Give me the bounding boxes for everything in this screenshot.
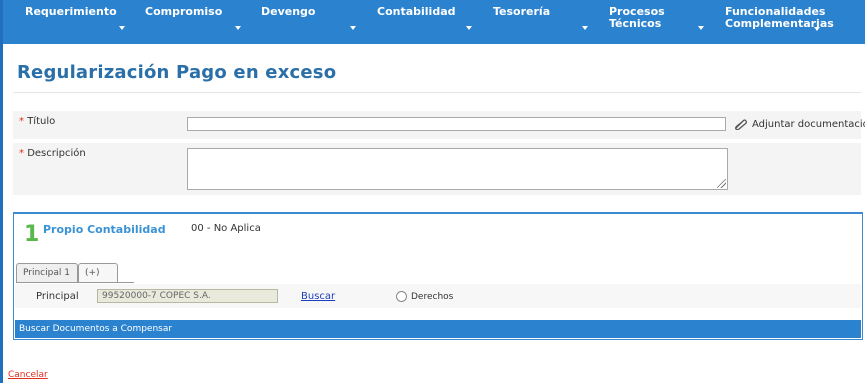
step-title: Propio Contabilidad [43,223,166,236]
nav-item-compromiso[interactable]: Compromiso [145,6,222,18]
principal-label: Principal [36,291,79,302]
nav-label: Devengo [261,5,316,18]
tab-principal-1[interactable]: Principal 1 [16,263,78,283]
resize-handle-icon[interactable] [717,179,726,188]
titulo-label-text: Título [27,116,56,127]
top-navigation: Requerimiento Compromiso Devengo Contabi… [3,0,865,44]
chevron-down-icon[interactable] [814,27,820,31]
nav-item-procesos-tecnicos[interactable]: Procesos Técnicos [609,6,665,30]
nav-label: Tesorería [493,5,551,18]
nav-label: Contabilidad [377,5,456,18]
chevron-down-icon[interactable] [350,26,356,30]
step-value: 00 - No Aplica [191,223,261,234]
left-accent-bar [0,0,3,383]
descripcion-label: * Descripción [19,148,86,159]
step-number: 1 [24,222,40,247]
descripcion-textarea[interactable] [187,148,728,190]
derechos-label: Derechos [411,292,454,302]
derechos-radio[interactable] [396,291,407,302]
principal-input[interactable]: 99520000-7 COPEC S.A. [97,289,278,303]
nav-label: Compromiso [145,5,223,18]
nav-item-contabilidad[interactable]: Contabilidad [377,6,456,18]
titulo-label: * Título [19,116,55,127]
divider [13,92,861,93]
buscar-link[interactable]: Buscar [301,291,335,302]
tab-label: Principal 1 [23,268,70,278]
required-marker: * [19,116,24,127]
required-marker: * [19,148,24,159]
cancel-link[interactable]: Cancelar [8,370,48,380]
page-title: Regularización Pago en exceso [17,62,337,83]
nav-item-tesoreria[interactable]: Tesorería [493,6,550,18]
chevron-down-icon[interactable] [582,26,588,30]
tab-underline [16,282,134,283]
chevron-down-icon[interactable] [235,26,241,30]
attach-documentation-button[interactable]: Adjuntar documentación [733,117,865,131]
tab-label: (+) [85,268,100,278]
paperclip-icon [735,119,747,130]
step-panel: 1 Propio Contabilidad 00 - No Aplica Pri… [13,212,863,340]
attach-label: Adjuntar documentación [752,118,865,130]
tab-add[interactable]: (+) [78,263,118,283]
chevron-down-icon[interactable] [698,26,704,30]
section-title: Buscar Documentos a Compensar [19,324,173,334]
descripcion-label-text: Descripción [27,148,86,159]
nav-item-requerimiento[interactable]: Requerimiento [25,6,117,18]
section-header-buscar-documentos[interactable]: Buscar Documentos a Compensar [15,320,861,338]
chevron-down-icon[interactable] [119,26,125,30]
chevron-down-icon[interactable] [466,26,472,30]
titulo-input[interactable] [187,117,726,131]
nav-label: Requerimiento [25,5,117,18]
principal-row: Principal 99520000-7 COPEC S.A. Buscar D… [15,284,861,308]
nav-label-line2: Técnicos [609,17,662,30]
nav-item-devengo[interactable]: Devengo [261,6,315,18]
